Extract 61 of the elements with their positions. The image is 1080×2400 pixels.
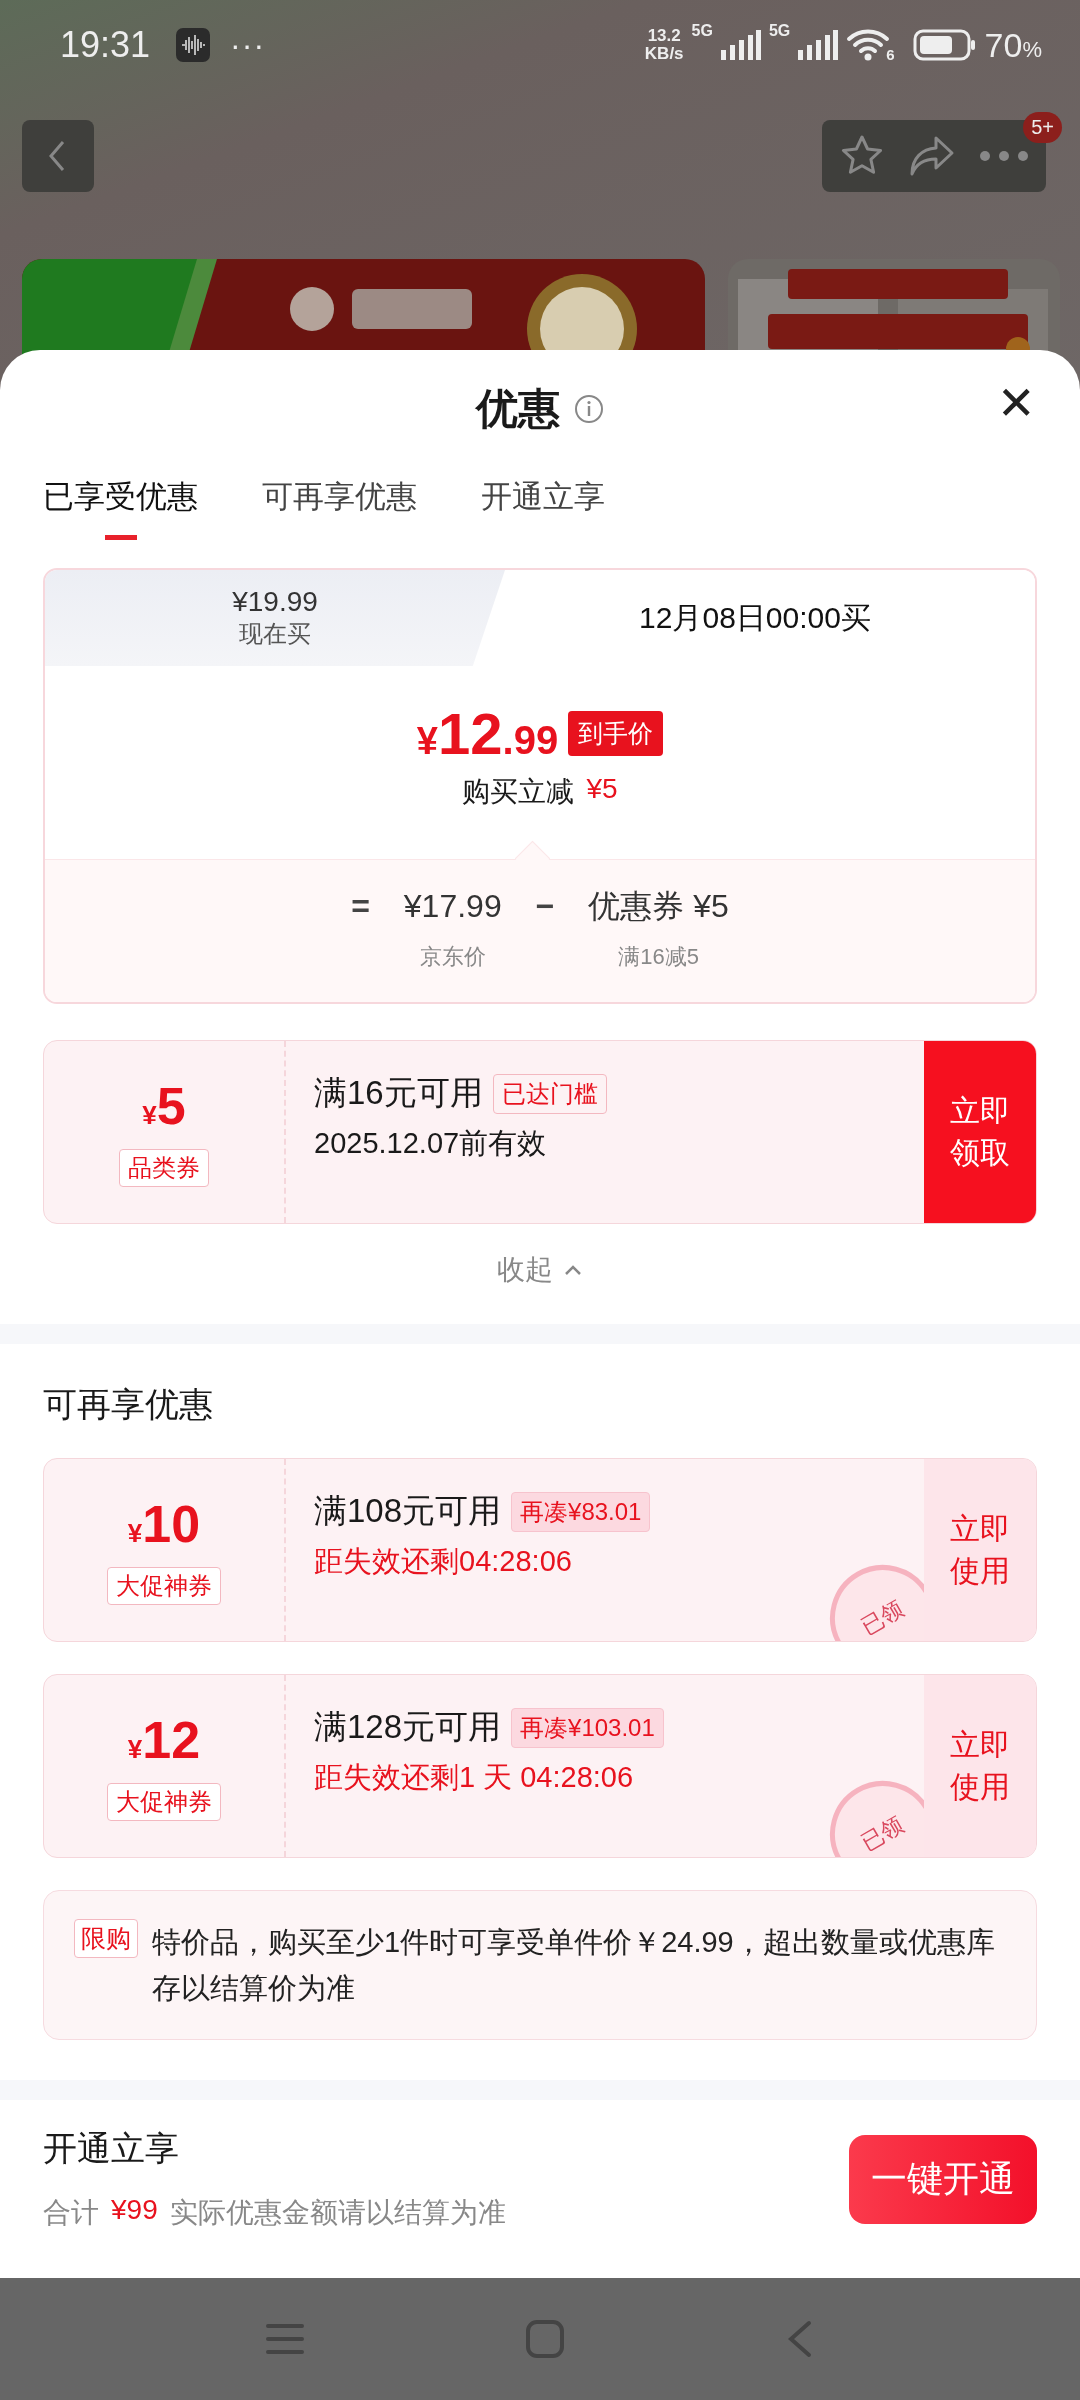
home-icon[interactable] <box>525 2319 565 2359</box>
network-type: 5G <box>768 22 791 40</box>
coupon-condition: 满108元可用 <box>314 1491 502 1531</box>
battery-percent: 70% <box>984 25 1042 65</box>
notification-badge: 5+ <box>1023 112 1062 143</box>
collapse-button[interactable]: 收起 <box>491 1250 589 1290</box>
coupon-amount: ¥10 <box>127 1495 201 1555</box>
total-label: 合计 <box>43 2196 99 2230</box>
coupon-tag: 再凑¥103.01 <box>511 1707 664 1748</box>
formula-caption: 京东价 <box>419 943 486 971</box>
wifi-label: 6 <box>886 45 895 63</box>
section-title: 开通立享 <box>43 2128 180 2169</box>
final-price: ¥12.99 <box>416 700 559 767</box>
menu-icon[interactable] <box>265 2322 305 2356</box>
share-icon[interactable] <box>908 134 956 178</box>
coupon-amount: ¥5 <box>142 1077 186 1137</box>
chevron-up-icon <box>563 1263 583 1277</box>
total-hint: 实际优惠金额请以结算为准 <box>169 2196 506 2230</box>
coupon-type: 大促神券 <box>107 1566 221 1605</box>
recorder-app-icon <box>176 28 211 62</box>
signal-icon <box>798 30 839 60</box>
tab[interactable]: 开通立享 <box>481 464 605 544</box>
info-icon[interactable] <box>574 394 604 424</box>
activate-button[interactable]: 一键开通 <box>849 2134 1037 2224</box>
limit-badge: 限购 <box>74 1919 138 1958</box>
coupon-button[interactable]: 立即使用 <box>924 1459 1036 1641</box>
coupon-countdown: 距失效还剩1 天 04:28:06 <box>314 1760 635 1795</box>
operator: − <box>535 887 555 926</box>
coupon-amount: ¥12 <box>127 1711 201 1771</box>
close-button[interactable]: ✕ <box>997 380 1036 426</box>
formula-value: ¥17.99 <box>403 887 502 926</box>
coupon-button[interactable]: 立即领取 <box>924 1041 1036 1223</box>
network-type: 5G <box>691 22 713 40</box>
coupon-validity: 2025.12.07前有效 <box>314 1126 548 1161</box>
coupon-condition: 满128元可用 <box>314 1707 502 1747</box>
operator: = <box>351 887 370 926</box>
formula-value: 优惠券 ¥5 <box>588 887 729 926</box>
purchase-option[interactable]: ¥19.99 现在买 <box>45 570 505 666</box>
coupon-type: 大促神券 <box>107 1782 221 1821</box>
coupon-type: 品类券 <box>119 1148 209 1187</box>
coupon-condition: 满16元可用 <box>314 1073 483 1113</box>
notice-text: 特价品，购买至少1件时可享受单件价￥24.99，超出数量或优惠库存以结算价为准 <box>152 1925 996 2006</box>
more-notifications: ··· <box>230 26 266 64</box>
network-speed: 13.2 KB/s <box>644 27 684 63</box>
coupon-countdown: 距失效还剩04:28:06 <box>314 1544 573 1579</box>
back-button[interactable] <box>22 120 94 192</box>
tab[interactable]: 可再享优惠 <box>262 464 417 544</box>
saving-amount: ¥5 <box>586 773 618 806</box>
coupon-button[interactable]: 立即使用 <box>924 1675 1036 1857</box>
saving-label: 购买立减 <box>462 775 575 809</box>
section-title: 可再享优惠 <box>42 1384 214 1425</box>
battery-icon <box>912 29 977 61</box>
signal-icon <box>720 30 761 60</box>
coupon-tag: 已达门槛 <box>492 1073 607 1114</box>
status-time: 19:31 <box>60 24 151 66</box>
more-icon[interactable] <box>978 150 1029 162</box>
formula-caption: 满16减5 <box>618 943 699 971</box>
price-badge: 到手价 <box>568 711 664 756</box>
total-amount: ¥99 <box>111 2194 158 2227</box>
coupon-tag: 再凑¥83.01 <box>511 1491 651 1532</box>
sheet-title: 优惠 <box>476 384 560 434</box>
